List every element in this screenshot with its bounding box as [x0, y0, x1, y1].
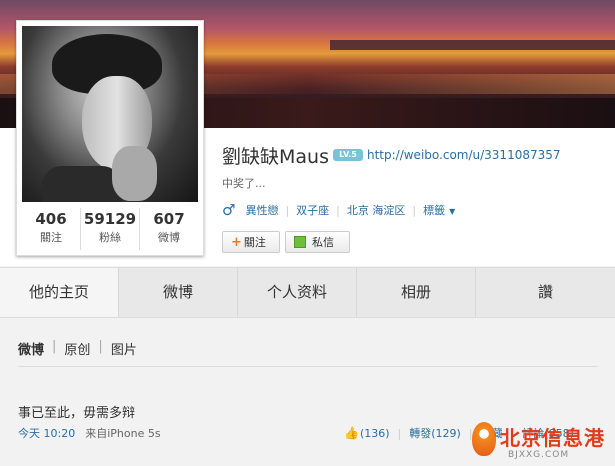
stat-fans[interactable]: 59129 粉絲 — [81, 208, 140, 250]
filter-weibo[interactable]: 微博 — [18, 339, 44, 358]
tab-likes[interactable]: 讚 — [476, 268, 615, 317]
avatar[interactable] — [22, 26, 198, 202]
message-icon — [294, 236, 306, 248]
profile-tabs: 他的主页 微博 个人资料 相册 讚 — [0, 267, 615, 318]
level-badge-icon[interactable]: LV.5 — [332, 149, 363, 161]
message-label: 私信 — [312, 236, 334, 249]
tab-profile-info[interactable]: 个人资料 — [238, 268, 357, 317]
avatar-card: 406 關注 59129 粉絲 607 微博 — [16, 20, 204, 256]
like-button[interactable]: 👍(136) — [344, 426, 390, 440]
cover-skyline — [330, 40, 615, 50]
separator: | — [52, 339, 57, 354]
watermark: 北京信息港 BJXXG.COM — [468, 418, 615, 466]
watermark-logo-icon — [472, 422, 496, 456]
feed-filter: 微博 | 原创 | 图片 — [18, 339, 137, 358]
profile-info-row: ♂ 異性戀 | 双子座 | 北京 海淀区 | 標籤 ▼ — [222, 201, 455, 219]
stat-number: 59129 — [83, 210, 137, 228]
post-text: 事已至此，毋需多辩 — [18, 406, 136, 421]
separator: | — [285, 203, 290, 217]
separator: | — [98, 339, 103, 354]
separator: | — [336, 203, 340, 217]
tags-label: 標籤 — [423, 204, 446, 217]
separator: | — [412, 203, 417, 217]
plus-icon: + — [231, 234, 242, 250]
stat-number: 607 — [153, 210, 185, 228]
watermark-subtitle: BJXXG.COM — [508, 450, 570, 460]
profile-bio: 中奖了... — [222, 177, 266, 190]
stat-label: 粉絲 — [99, 231, 121, 244]
chevron-down-icon: ▼ — [449, 207, 456, 216]
name-row: 劉缺缺Maus LV.5 http://weibo.com/u/33110873… — [222, 143, 561, 168]
divider — [18, 366, 598, 367]
avatar-shirt — [42, 166, 122, 202]
stat-following[interactable]: 406 關注 — [22, 208, 81, 250]
orientation-link[interactable]: 異性戀 — [245, 202, 278, 218]
tags-dropdown[interactable]: 標籤 ▼ — [423, 202, 455, 218]
thumbs-up-icon: 👍 — [344, 426, 359, 440]
separator: | — [397, 426, 402, 440]
post-meta: 今天 10:20 来自iPhone 5s — [18, 425, 161, 441]
profile-stats: 406 關注 59129 粉絲 607 微博 — [22, 208, 198, 250]
avatar-hand — [112, 146, 157, 201]
post-source: 来自iPhone 5s — [85, 427, 161, 440]
tab-weibo[interactable]: 微博 — [119, 268, 238, 317]
like-count: (136) — [359, 427, 390, 440]
repost-button[interactable]: 轉發(129) — [409, 425, 461, 441]
stat-posts[interactable]: 607 微博 — [140, 208, 198, 250]
profile-url-link[interactable]: http://weibo.com/u/3311087357 — [367, 148, 561, 162]
follow-button[interactable]: + 關注 — [222, 231, 280, 253]
filter-images[interactable]: 图片 — [111, 339, 137, 358]
tab-album[interactable]: 相册 — [357, 268, 476, 317]
zodiac-link[interactable]: 双子座 — [296, 202, 329, 218]
message-button[interactable]: 私信 — [285, 231, 350, 253]
stat-label: 微博 — [158, 231, 180, 244]
location-link[interactable]: 北京 海淀区 — [347, 202, 406, 218]
post-time-link[interactable]: 今天 10:20 — [18, 425, 75, 441]
stat-number: 406 — [35, 210, 67, 228]
male-icon: ♂ — [222, 201, 236, 219]
tab-home[interactable]: 他的主页 — [0, 268, 119, 317]
follow-label: 關注 — [243, 236, 266, 249]
profile-name: 劉缺缺Maus — [222, 145, 329, 168]
stat-label: 關注 — [40, 231, 62, 244]
watermark-title: 北京信息港 — [500, 426, 605, 450]
filter-original[interactable]: 原创 — [64, 339, 90, 358]
